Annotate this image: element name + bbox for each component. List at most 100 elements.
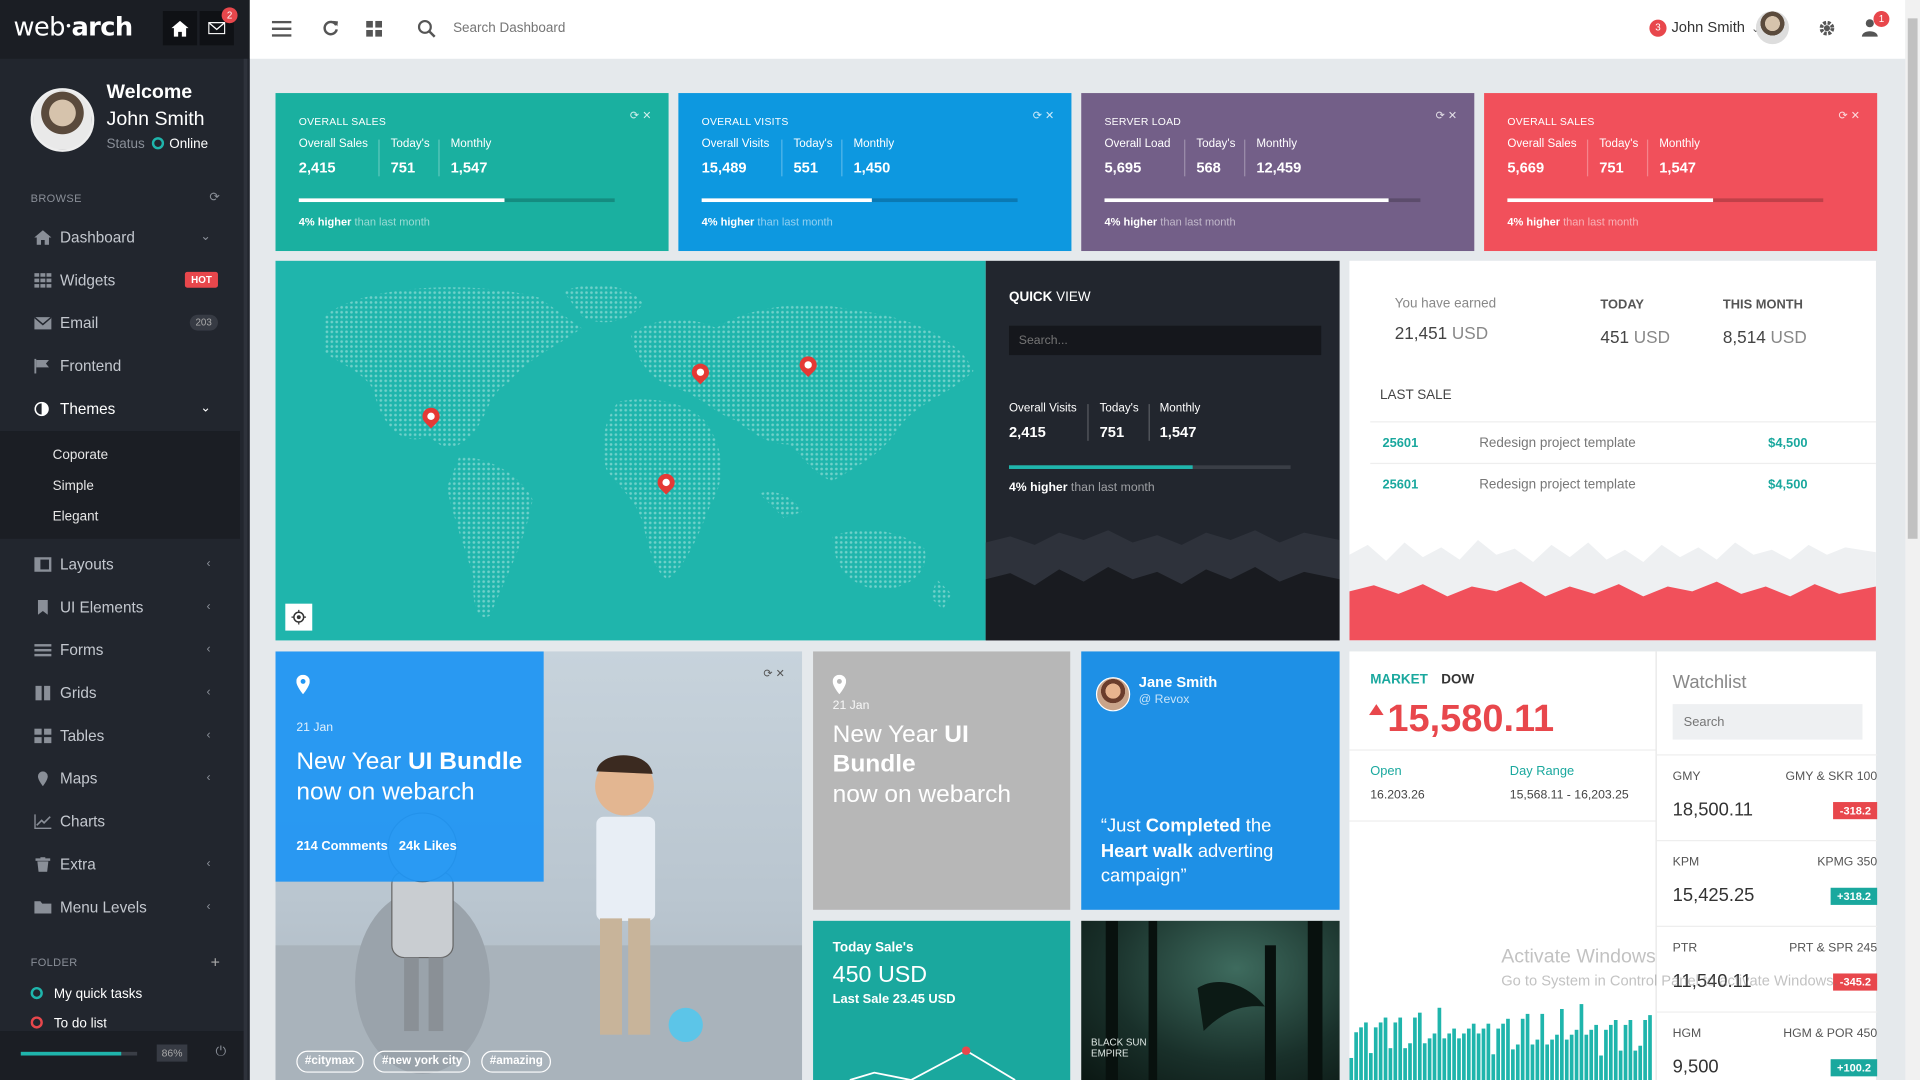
world-map-svg <box>324 285 974 618</box>
tile-stat-value: 5,669 <box>1507 159 1545 177</box>
sidebar-item-frontend[interactable]: Frontend <box>0 344 240 387</box>
quick-search-input[interactable] <box>1008 325 1322 356</box>
close-icon[interactable]: ✕ <box>1045 109 1054 121</box>
sale-row[interactable]: 25601 Redesign project template $4,500 <box>1370 462 1876 505</box>
sidebar-item-maps[interactable]: Maps ‹ <box>0 757 240 800</box>
watchlist-row[interactable]: KPM KPMG 350 15,425.25 +318.2 <box>1656 840 1878 926</box>
sidebar-item-email[interactable]: Email 203 <box>0 301 240 344</box>
mail-button[interactable]: 2 <box>199 7 238 46</box>
page-scrollbar-thumb[interactable] <box>1907 18 1918 539</box>
watchlist-row[interactable]: GMY GMY & SKR 100 18,500.11 -318.2 <box>1656 754 1878 840</box>
market-bar <box>1511 1049 1515 1080</box>
tile-controls[interactable]: ⟳ ✕ <box>1838 109 1860 122</box>
reload-icon[interactable] <box>322 20 339 37</box>
sidebar-item-grids[interactable]: Grids ‹ <box>0 671 240 714</box>
tile-controls[interactable]: ⟳ ✕ <box>1436 109 1458 122</box>
folder-item-quick-tasks[interactable]: My quick tasks <box>30 986 142 1002</box>
market-bar <box>1579 1004 1584 1080</box>
album-art-card[interactable]: BLACK SUN EMPIRE <box>1081 920 1340 1080</box>
header-user-menu[interactable]: 3John Smith⌄ <box>1649 18 1760 37</box>
news-bold: UI <box>944 721 969 749</box>
tweet-avatar[interactable] <box>1095 677 1131 712</box>
progress-percent: 86% <box>156 1044 188 1062</box>
market-bar <box>1564 1039 1569 1080</box>
watch-pair: KPMG 350 <box>1817 855 1878 870</box>
sidebar-scrollbar[interactable] <box>243 58 248 1080</box>
watch-symbol: HGM <box>1672 1027 1702 1041</box>
refresh-icon[interactable]: ⟳ <box>630 109 639 121</box>
mail-badge: 2 <box>221 7 238 24</box>
market-bar <box>1530 1044 1535 1080</box>
market-index[interactable]: DOW <box>1441 672 1474 687</box>
sidebar-item-menu-levels[interactable]: Menu Levels ‹ <box>0 885 240 928</box>
refresh-icon[interactable]: ⟳ <box>1838 109 1847 121</box>
watchlist-search-input[interactable] <box>1672 704 1863 740</box>
close-icon[interactable]: ✕ <box>776 667 785 679</box>
photo-card[interactable]: 21 Jan New Year UI Bundle now on webarch… <box>275 651 803 1080</box>
market-value: 15,580.11 <box>1387 696 1555 740</box>
chevron-left-icon: ‹ <box>206 557 211 571</box>
sidebar-item-extra[interactable]: Extra ‹ <box>0 842 240 885</box>
market-panel: MARKET DOW 15,580.11 Open 16.203.26 Day … <box>1349 651 1656 1080</box>
sidebar-sub-elegant[interactable]: Elegant <box>53 509 99 524</box>
tag-chip[interactable]: #new york city <box>373 1050 471 1073</box>
sidebar-item-charts[interactable]: Charts <box>0 800 240 843</box>
logo[interactable]: web•arch <box>13 12 133 41</box>
market-bar <box>1520 1018 1525 1080</box>
card-controls[interactable]: ⟳ ✕ <box>763 667 785 680</box>
profile-avatar[interactable] <box>30 88 95 152</box>
folder-item-todo[interactable]: To do list <box>30 1016 107 1031</box>
close-icon[interactable]: ✕ <box>1851 109 1860 121</box>
refresh-icon[interactable]: ⟳ <box>1033 109 1042 121</box>
earned-value: 21,451 <box>1394 323 1448 343</box>
dashboard-app: web•arch 2 Welcome John Smith Status Onli… <box>0 0 1920 1080</box>
tile-stat: Today's 568 <box>1196 137 1235 176</box>
add-folder-icon[interactable]: + <box>211 953 220 971</box>
sidebar-item-themes[interactable]: Themes ⌄ <box>0 387 240 430</box>
arrow-up-icon <box>1368 704 1384 716</box>
trash-icon <box>35 856 51 872</box>
tile-controls[interactable]: ⟳ ✕ <box>1033 109 1055 122</box>
refresh-icon[interactable]: ⟳ <box>763 667 772 679</box>
sidebar-item-ui-elements[interactable]: UI Elements ‹ <box>0 585 240 628</box>
market-bar <box>1506 1018 1510 1080</box>
sidebar-sub-simple[interactable]: Simple <box>53 479 94 494</box>
search-input[interactable] <box>453 20 698 36</box>
home-button[interactable] <box>162 11 198 46</box>
watchlist-row[interactable]: HGM HGM & POR 450 9,500 +100.2 <box>1656 1011 1878 1080</box>
apps-grid-icon[interactable] <box>366 20 383 37</box>
sidebar-item-dashboard[interactable]: Dashboard ⌄ <box>0 216 240 259</box>
watchlist-row[interactable]: PTR PRT & SPR 245 11,540.11 -345.2 <box>1656 925 1878 1012</box>
tile-stat: Monthly 1,450 <box>853 137 894 176</box>
sidebar-sub-coporate[interactable]: Coporate <box>53 448 108 463</box>
likes-count[interactable]: 24k Likes <box>399 839 457 854</box>
refresh-icon[interactable]: ⟳ <box>209 191 219 204</box>
hamburger-menu-icon[interactable] <box>271 20 292 37</box>
tile-controls[interactable]: ⟳ ✕ <box>630 109 652 122</box>
locate-button[interactable] <box>285 603 313 631</box>
divider <box>1087 404 1089 441</box>
gear-icon[interactable] <box>1818 20 1835 37</box>
chevron-down-icon: ⌄ <box>200 401 211 416</box>
tag-chip[interactable]: #amazing <box>481 1050 552 1073</box>
sale-row[interactable]: 25601 Redesign project template $4,500 <box>1370 421 1876 463</box>
sidebar-item-layouts[interactable]: Layouts ‹ <box>0 542 240 585</box>
refresh-icon[interactable]: ⟳ <box>1436 109 1445 121</box>
sidebar-item-widgets[interactable]: Widgets HOT <box>0 258 240 301</box>
comments-count[interactable]: 214 Comments <box>296 839 387 854</box>
power-icon[interactable]: ⏻ <box>216 1044 227 1060</box>
tag-chip[interactable]: #citymax <box>296 1050 364 1073</box>
tile-stat: Overall Sales 5,669 <box>1507 137 1576 176</box>
tweet-card[interactable]: Jane Smith @ Revox “Just Completed the He… <box>1081 651 1340 910</box>
header-avatar[interactable] <box>1755 11 1789 45</box>
close-icon[interactable]: ✕ <box>642 109 651 121</box>
sidebar-item-forms[interactable]: Forms ‹ <box>0 628 240 671</box>
market-bar <box>1403 1048 1407 1080</box>
month-currency: USD <box>1770 326 1807 347</box>
close-icon[interactable]: ✕ <box>1448 109 1457 121</box>
sidebar-item-tables[interactable]: Tables ‹ <box>0 714 240 757</box>
news-card[interactable]: 21 Jan New Year UI Bundle now on webarch <box>813 651 1071 910</box>
tile-stat-label: Overall Visits <box>701 137 770 151</box>
quote-part: campaign” <box>1100 865 1187 887</box>
world-map[interactable] <box>275 260 986 641</box>
